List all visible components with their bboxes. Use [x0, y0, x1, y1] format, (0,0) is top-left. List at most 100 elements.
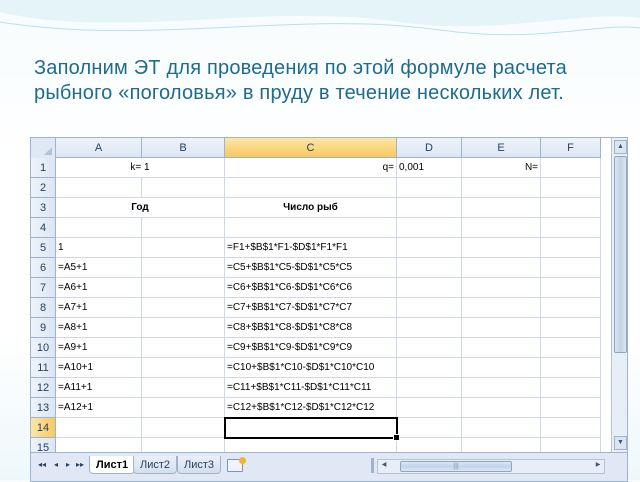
first-sheet-icon[interactable]: ◂◂: [37, 459, 47, 471]
cell-d9[interactable]: [397, 318, 462, 338]
cell-c5[interactable]: =F1+$B$1*F1-$D$1*F1*F1: [225, 238, 397, 258]
prev-sheet-icon[interactable]: ◂: [51, 459, 61, 471]
cell-b4[interactable]: [142, 218, 225, 238]
cell-c11[interactable]: =C10+$B$1*C10-$D$1*C10*C10: [225, 358, 397, 378]
tab-list1[interactable]: Лист1: [89, 456, 136, 474]
scroll-down-icon[interactable]: ▼: [614, 436, 627, 450]
row-header-7[interactable]: 7: [31, 278, 56, 298]
cell-a3[interactable]: Год: [56, 198, 225, 218]
tab-list2[interactable]: Лист2: [133, 456, 178, 474]
cell-a8[interactable]: =A7+1: [56, 298, 142, 318]
cell-f9[interactable]: [541, 318, 601, 338]
cell-e13[interactable]: [462, 398, 541, 418]
cell-b8[interactable]: [142, 298, 225, 318]
cell-d12[interactable]: [397, 378, 462, 398]
cell-e6[interactable]: [462, 258, 541, 278]
cell-b6[interactable]: [142, 258, 225, 278]
cell-f15[interactable]: [541, 438, 601, 452]
cell-b12[interactable]: [142, 378, 225, 398]
cell-b9[interactable]: [142, 318, 225, 338]
horizontal-scrollbar[interactable]: ◀ ||| ▶: [377, 459, 605, 474]
cell-a2[interactable]: [56, 178, 142, 198]
cell-e1[interactable]: N=: [462, 158, 541, 178]
cell-d2[interactable]: [397, 178, 462, 198]
row-header-12[interactable]: 12: [31, 378, 56, 398]
next-sheet-icon[interactable]: ▸: [63, 459, 73, 471]
row-header-15[interactable]: 15: [31, 438, 56, 452]
tab-split-handle[interactable]: [371, 458, 374, 473]
cell-c15[interactable]: [225, 438, 397, 452]
cell-b2[interactable]: [142, 178, 225, 198]
cell-e4[interactable]: [462, 218, 541, 238]
cell-c9[interactable]: =C8+$B$1*C8-$D$1*C8*C8: [225, 318, 397, 338]
column-header-c[interactable]: C: [225, 138, 397, 158]
cell-e3[interactable]: [462, 198, 541, 218]
cell-b7[interactable]: [142, 278, 225, 298]
cell-d5[interactable]: [397, 238, 462, 258]
cell-c7[interactable]: =C6+$B$1*C6-$D$1*C6*C6: [225, 278, 397, 298]
cell-f11[interactable]: [541, 358, 601, 378]
cell-b10[interactable]: [142, 338, 225, 358]
row-header-8[interactable]: 8: [31, 298, 56, 318]
cell-e8[interactable]: [462, 298, 541, 318]
cell-d8[interactable]: [397, 298, 462, 318]
cell-a10[interactable]: =A9+1: [56, 338, 142, 358]
cell-d13[interactable]: [397, 398, 462, 418]
cell-d1[interactable]: 0,001: [397, 158, 462, 178]
cell-a14[interactable]: [56, 418, 142, 438]
cell-e15[interactable]: [462, 438, 541, 452]
row-header-10[interactable]: 10: [31, 338, 56, 358]
column-header-b[interactable]: B: [142, 138, 225, 158]
select-all-button[interactable]: [31, 138, 56, 159]
cell-a12[interactable]: =A11+1: [56, 378, 142, 398]
cell-f12[interactable]: [541, 378, 601, 398]
active-cell-cursor[interactable]: [224, 417, 400, 441]
cell-c13[interactable]: =C12+$B$1*C12-$D$1*C12*C12: [225, 398, 397, 418]
row-header-5[interactable]: 5: [31, 238, 56, 258]
cell-a15[interactable]: [56, 438, 142, 452]
cell-a6[interactable]: =A5+1: [56, 258, 142, 278]
cell-c3[interactable]: Число рыб: [225, 198, 397, 218]
cell-e12[interactable]: [462, 378, 541, 398]
cell-c12[interactable]: =C11+$B$1*C11-$D$1*C11*C11: [225, 378, 397, 398]
scroll-right-icon[interactable]: ▶: [593, 461, 603, 470]
cell-b1[interactable]: k= 1: [56, 158, 225, 178]
cell-f13[interactable]: [541, 398, 601, 418]
row-header-3[interactable]: 3: [31, 198, 56, 218]
cell-d10[interactable]: [397, 338, 462, 358]
vertical-scrollbar[interactable]: ▲ ▼: [611, 138, 627, 452]
cell-f10[interactable]: [541, 338, 601, 358]
column-header-d[interactable]: D: [397, 138, 462, 158]
cell-c6[interactable]: =C5+$B$1*C5-$D$1*C5*C5: [225, 258, 397, 278]
cell-e14[interactable]: [462, 418, 541, 438]
cell-d4[interactable]: [397, 218, 462, 238]
cell-a11[interactable]: =A10+1: [56, 358, 142, 378]
cell-f2[interactable]: [541, 178, 601, 198]
cell-c2[interactable]: [225, 178, 397, 198]
column-header-e[interactable]: E: [462, 138, 541, 158]
row-header-6[interactable]: 6: [31, 258, 56, 278]
cell-f6[interactable]: [541, 258, 601, 278]
row-header-13[interactable]: 13: [31, 398, 56, 418]
row-header-1[interactable]: 1: [31, 158, 56, 178]
insert-sheet-icon[interactable]: [227, 457, 246, 472]
cell-d6[interactable]: [397, 258, 462, 278]
row-header-4[interactable]: 4: [31, 218, 56, 238]
cell-d3[interactable]: [397, 198, 462, 218]
row-header-14[interactable]: 14: [31, 418, 56, 438]
cell-a4[interactable]: [56, 218, 142, 238]
column-header-a[interactable]: A: [56, 138, 142, 158]
row-header-2[interactable]: 2: [31, 178, 56, 198]
cell-c10[interactable]: =C9+$B$1*C9-$D$1*C9*C9: [225, 338, 397, 358]
last-sheet-icon[interactable]: ▸▸: [75, 459, 85, 471]
cell-e2[interactable]: [462, 178, 541, 198]
cell-e9[interactable]: [462, 318, 541, 338]
cell-f3[interactable]: [541, 198, 601, 218]
cell-a5[interactable]: 1: [56, 238, 142, 258]
cell-c1[interactable]: q=: [225, 158, 397, 178]
cell-a13[interactable]: =A12+1: [56, 398, 142, 418]
cell-d7[interactable]: [397, 278, 462, 298]
cell-a9[interactable]: =A8+1: [56, 318, 142, 338]
cell-c4[interactable]: [225, 218, 397, 238]
cell-b15[interactable]: [142, 438, 225, 452]
